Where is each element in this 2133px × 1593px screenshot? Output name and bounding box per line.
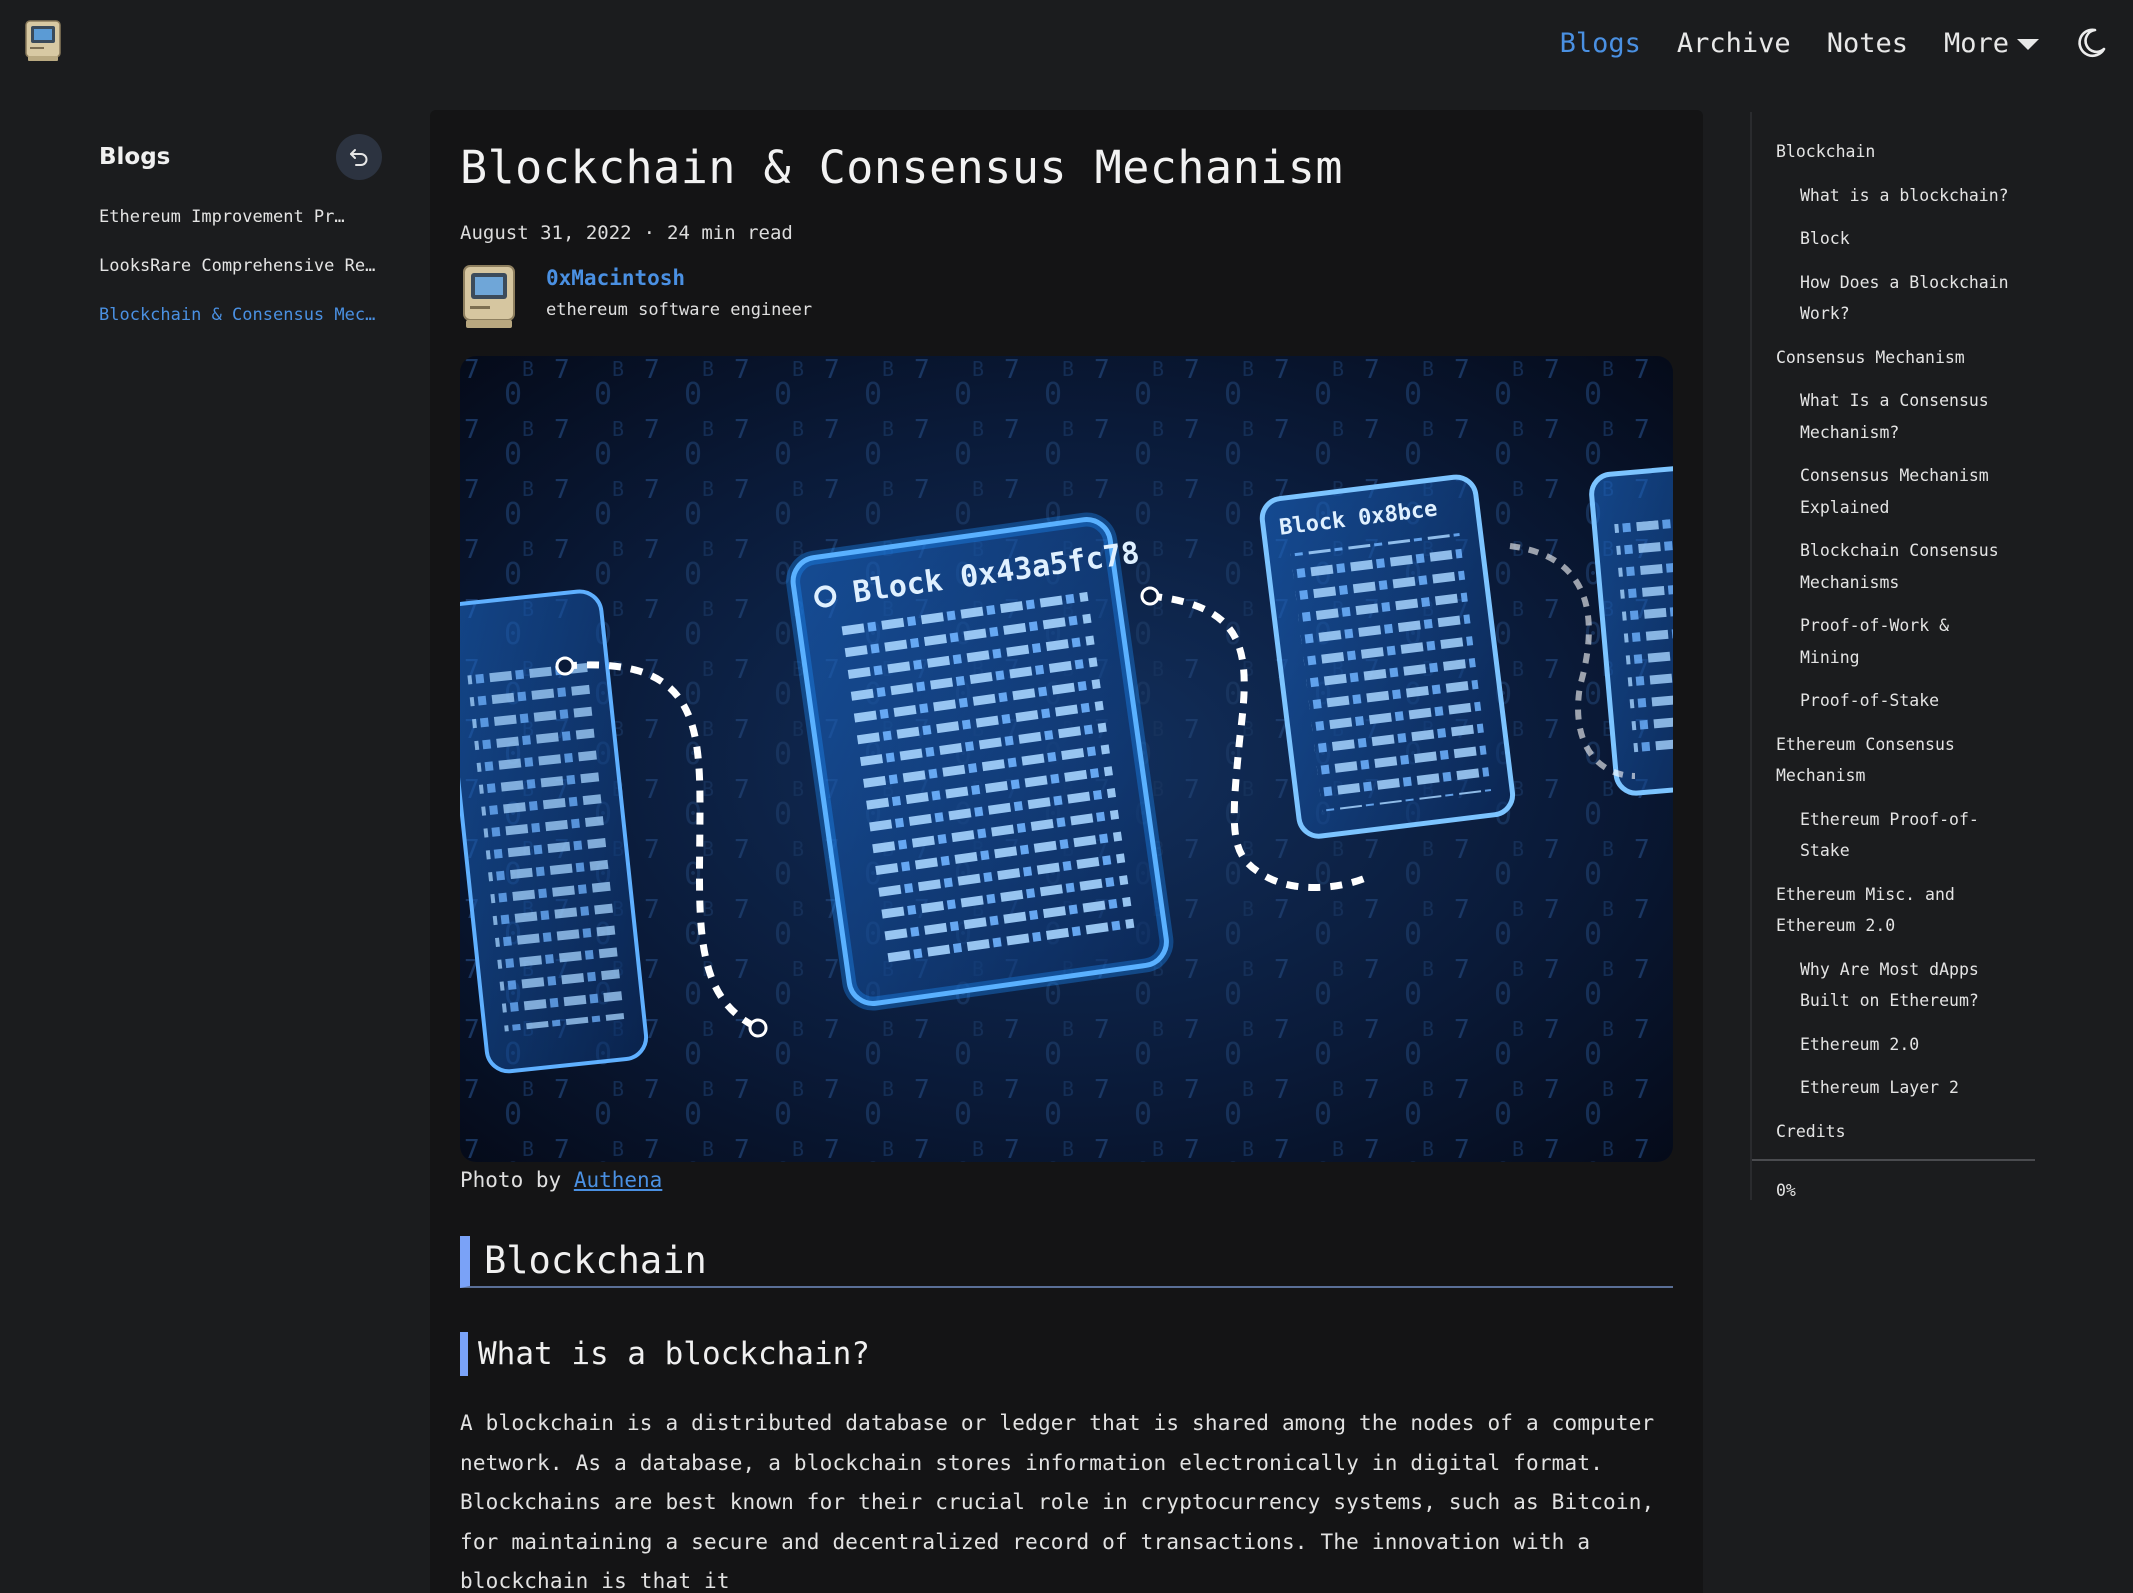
author-block: 0xMacintosh ethereum software engineer (460, 264, 1673, 344)
top-navbar: Blogs Archive Notes More (0, 0, 2133, 86)
sidebar-header: Blogs (99, 134, 382, 180)
publish-date: August 31, 2022 (460, 222, 632, 244)
theme-toggle-button[interactable] (2075, 27, 2107, 59)
toc-item-proof-of-stake[interactable]: Proof-of-Stake (1776, 685, 2012, 717)
reading-progress: 0% (1776, 1181, 1796, 1200)
sidebar-item-ethereum-improvement[interactable]: Ethereum Improvement Pr… (99, 193, 382, 242)
toc-item-ethereum-consensus[interactable]: Ethereum Consensus Mechanism (1776, 729, 2012, 792)
toc-item-consensus-explained[interactable]: Consensus Mechanism Explained (1776, 460, 2012, 523)
read-time: 24 min read (667, 222, 793, 244)
toc-item-ethereum-pos[interactable]: Ethereum Proof-of-Stake (1776, 804, 2012, 867)
moon-icon (2078, 28, 2106, 58)
nav-more-dropdown[interactable]: More (1944, 28, 2039, 59)
author-name-link[interactable]: 0xMacintosh (546, 266, 812, 290)
toc-list: Blockchain What is a blockchain? Block H… (1752, 112, 2012, 1147)
article-paragraph: A blockchain is a distributed database o… (460, 1411, 1655, 1593)
caption-author-link[interactable]: Authena (574, 1168, 663, 1192)
undo-icon (350, 149, 368, 166)
back-button[interactable] (336, 134, 382, 180)
table-of-contents: Blockchain What is a blockchain? Block H… (1750, 112, 2035, 1200)
article-meta: August 31, 2022 · 24 min read (460, 222, 1673, 244)
toc-item-what-is-blockchain[interactable]: What is a blockchain? (1776, 180, 2012, 212)
sidebar-item-looksrare-review[interactable]: LooksRare Comprehensive Revi… (99, 242, 382, 291)
blog-sidebar: Blogs Ethereum Improvement Pr… LooksRare… (99, 134, 382, 340)
image-caption: Photo by Authena (460, 1168, 1673, 1198)
nav-notes[interactable]: Notes (1827, 28, 1908, 59)
author-role: ethereum software engineer (546, 300, 813, 320)
sidebar-title: Blogs (99, 144, 171, 170)
meta-separator: · (643, 222, 656, 244)
main-nav: Blogs Archive Notes More (1560, 20, 2107, 66)
nav-more-label: More (1943, 27, 2009, 59)
toc-item-what-is-consensus[interactable]: What Is a Consensus Mechanism? (1776, 385, 2012, 448)
toc-item-proof-of-work[interactable]: Proof-of-Work & Mining (1776, 610, 2012, 673)
sidebar-item-blockchain-consensus[interactable]: Blockchain & Consensus Mecha… (99, 291, 382, 340)
hero-image-blockchain: 7 0 B Block 0x43a5fc78 Blo (460, 356, 1673, 1162)
article-card: Blockchain & Consensus Mechanism August … (430, 110, 1703, 1593)
article-title: Blockchain & Consensus Mechanism (460, 141, 1343, 194)
author-avatar (463, 265, 515, 328)
toc-item-ethereum-layer-2[interactable]: Ethereum Layer 2 (1776, 1072, 2012, 1104)
nav-archive[interactable]: Archive (1677, 28, 1791, 59)
toc-item-ethereum-misc[interactable]: Ethereum Misc. and Ethereum 2.0 (1776, 879, 2012, 942)
macintosh-logo-icon[interactable] (24, 20, 62, 62)
caret-down-icon (2017, 39, 2039, 50)
author-info: 0xMacintosh ethereum software engineer (546, 264, 812, 320)
section-heading-blockchain: Blockchain (460, 1236, 1673, 1288)
caption-prefix: Photo by (460, 1168, 562, 1192)
toc-item-how-blockchain-works[interactable]: How Does a Blockchain Work? (1776, 267, 2012, 330)
toc-item-block[interactable]: Block (1776, 223, 2012, 255)
toc-item-consensus-mechanism[interactable]: Consensus Mechanism (1776, 342, 2012, 374)
toc-item-blockchain-consensus-mechanisms[interactable]: Blockchain Consensus Mechanisms (1776, 535, 2012, 598)
subsection-heading-what-is-blockchain: What is a blockchain? (460, 1332, 1673, 1376)
toc-item-why-dapps-ethereum[interactable]: Why Are Most dApps Built on Ethereum? (1776, 954, 2012, 1017)
nav-blogs[interactable]: Blogs (1560, 28, 1641, 59)
toc-item-credits[interactable]: Credits (1776, 1116, 2012, 1148)
sidebar-list: Ethereum Improvement Pr… LooksRare Compr… (99, 193, 382, 340)
toc-item-blockchain[interactable]: Blockchain (1776, 136, 2012, 168)
toc-item-ethereum-2[interactable]: Ethereum 2.0 (1776, 1029, 2012, 1061)
